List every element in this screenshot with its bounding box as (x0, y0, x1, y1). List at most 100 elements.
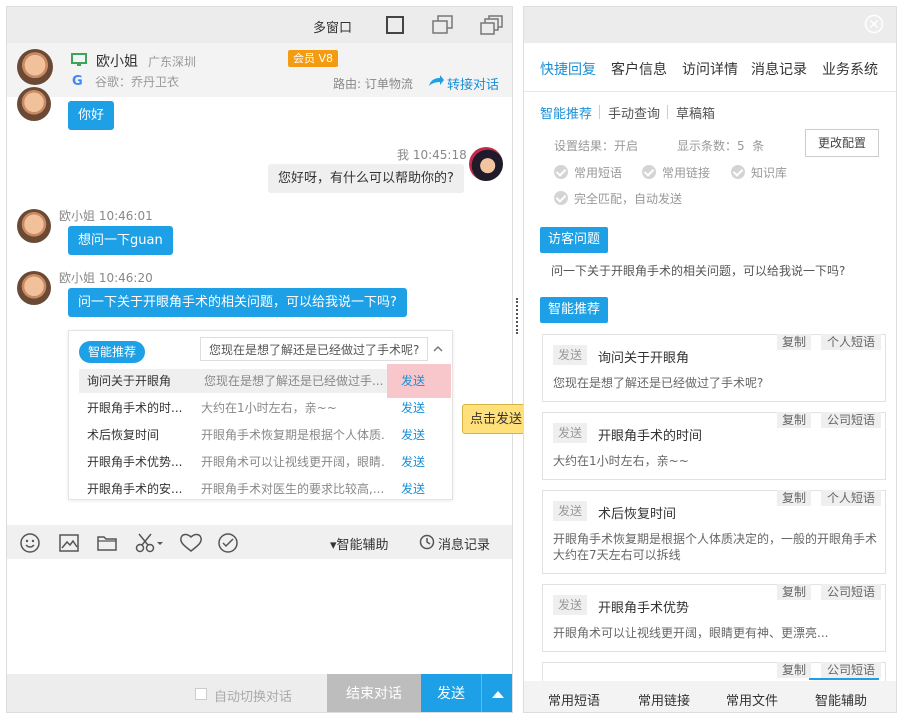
message-bubble: 问一下关于开眼角手术的相关问题，可以给我说一下吗? (68, 288, 407, 317)
chevron-up-icon[interactable] (432, 343, 444, 357)
cascade-windows-icon[interactable] (479, 15, 503, 35)
suggestion-send-button[interactable]: 发送 (401, 396, 425, 420)
card-send-button[interactable]: 发送 (553, 595, 588, 615)
footer-common-phrases[interactable]: 常用短语 (548, 690, 600, 709)
heart-icon[interactable] (179, 532, 202, 554)
suggestion-send-button[interactable]: 发送 (401, 450, 425, 474)
agent-avatar (469, 147, 503, 181)
check-icon (554, 165, 568, 179)
visitor-location: 广东深圳 (148, 55, 197, 69)
clock-icon (419, 534, 435, 553)
card-send-button[interactable]: 发送 (553, 345, 588, 365)
setting-result: 设置结果：开启 (554, 139, 639, 153)
check-common-phrases[interactable]: 常用短语 (554, 164, 622, 181)
card-copy-button[interactable]: 复制 (777, 662, 812, 678)
footer-common-links[interactable]: 常用链接 (638, 690, 690, 709)
route-label: 路由: 订单物流 (333, 77, 413, 91)
monitor-icon (71, 53, 87, 70)
check-common-links[interactable]: 常用链接 (642, 164, 710, 181)
tab-visit-details[interactable]: 访问详情 (682, 59, 738, 79)
suggestion-row[interactable]: 术后恢复时间 开眼角手术恢复期是根据个人体质... 发送 (79, 423, 449, 447)
change-config-button[interactable]: 更改配置 (805, 129, 879, 157)
smart-assist-menu[interactable]: ▾智能辅助 (330, 534, 389, 553)
click-to-send-tooltip: 点击发送 (462, 404, 530, 434)
suggestion-row[interactable]: 开眼角手术优势... 开眼角术可以让视线更开阔，眼睛... 发送 (79, 450, 449, 474)
suggestion-title: 术后恢复时间 (87, 428, 160, 442)
smart-suggestion-popup: 智能推荐 您现在是想了解还是已经做过了手术呢? 询问关于开眼角 您现在是想了解还… (68, 330, 453, 500)
send-options-button[interactable] (481, 674, 512, 712)
suggestion-title: 开眼角手术的时... (87, 401, 183, 415)
side-panel-footer: 常用短语 常用链接 常用文件 智能辅助 (524, 678, 896, 712)
suggestion-send-button[interactable]: 发送 (401, 369, 425, 393)
suggestion-row[interactable]: 询问关于开眼角 您现在是想了解还是已经做过手... 发送 (79, 364, 451, 398)
suggestion-content: 大约在1小时左右，亲~~ (201, 401, 337, 415)
subtab-separator (667, 105, 668, 119)
card-copy-button[interactable]: 复制 (777, 584, 812, 600)
message-meta: 我 10:45:18 (397, 148, 467, 162)
check-icon (731, 165, 745, 179)
restore-icon[interactable] (431, 15, 455, 35)
message-input[interactable] (7, 559, 512, 674)
footer-smart-assist[interactable]: 智能辅助 (815, 690, 867, 709)
card-copy-button[interactable]: 复制 (777, 490, 812, 506)
check-label: 常用链接 (662, 166, 711, 180)
panel-resize-handle[interactable] (516, 298, 518, 334)
suggestion-row[interactable]: 开眼角手术的安... 开眼角手术对医生的要求比较高,... 发送 (79, 477, 449, 501)
subtab-manual-search[interactable]: 手动查询 (608, 103, 660, 122)
card-type-tag: 公司短语 (821, 662, 882, 678)
suggestion-content: 您现在是想了解还是已经做过手... (204, 374, 384, 388)
card-copy-button[interactable]: 复制 (777, 412, 812, 428)
card-type-tag: 个人短语 (821, 334, 882, 350)
multi-window-label[interactable]: 多窗口 (313, 17, 352, 36)
subtab-drafts[interactable]: 草稿箱 (676, 103, 715, 122)
chat-footer: 自动切换对话 结束对话 发送 (7, 674, 512, 712)
transfer-chat-link[interactable]: 转接对话 (447, 74, 499, 93)
google-icon: G (71, 73, 85, 90)
scissors-icon[interactable] (134, 532, 166, 554)
card-body: 开眼角手术恢复期是根据个人体质决定的，一般的开眼角手术大约在7天左右可以拆线 (553, 532, 878, 562)
tab-quick-reply[interactable]: 快捷回复 (540, 59, 596, 79)
check-icon (554, 191, 568, 205)
footer-common-files[interactable]: 常用文件 (726, 690, 778, 709)
suggestion-content: 开眼角术可以让视线更开阔，眼睛... (201, 455, 386, 469)
transfer-arrow-icon[interactable] (427, 74, 445, 91)
card-title: 询问关于开眼角 (598, 351, 690, 366)
card-title: 开眼角手术优势 (598, 601, 690, 616)
reply-card: 发送 询问关于开眼角 复制 个人短语 您现在是想了解还是已经做过了手术呢? (542, 334, 886, 402)
input-toolbar: ▾智能辅助 消息记录 (7, 525, 512, 559)
subtab-smart-recommend[interactable]: 智能推荐 (540, 103, 592, 122)
suggestion-send-button[interactable]: 发送 (401, 423, 425, 447)
tab-customer-info[interactable]: 客户信息 (611, 59, 667, 79)
suggestion-send-button[interactable]: 发送 (401, 477, 425, 501)
send-button[interactable]: 发送 (421, 674, 481, 712)
message-history-link[interactable]: 消息记录 (438, 534, 490, 553)
suggestion-row[interactable]: 开眼角手术的时... 大约在1小时左右，亲~~ 发送 (79, 396, 449, 420)
visitor-question-label: 访客问题 (540, 227, 608, 253)
check-auto-send[interactable]: 完全匹配，自动发送 (554, 190, 682, 207)
tab-divider (524, 91, 896, 92)
check-icon (642, 165, 656, 179)
image-icon[interactable] (58, 532, 80, 554)
emoji-icon[interactable] (19, 532, 41, 554)
smart-recommend-badge: 智能推荐 (79, 341, 146, 363)
reply-card: 发送 开眼角手术的时间 复制 公司短语 大约在1小时左右，亲~~ (542, 412, 886, 480)
folder-icon[interactable] (96, 532, 118, 554)
card-send-button[interactable]: 发送 (553, 423, 588, 443)
check-knowledge-base[interactable]: 知识库 (731, 164, 787, 181)
evaluate-icon[interactable] (217, 532, 239, 554)
card-type-tag: 公司短语 (821, 412, 882, 428)
window-titlebar: 多窗口 (7, 7, 512, 43)
maximize-icon[interactable] (385, 15, 409, 35)
card-title: 开眼角手术的时间 (598, 429, 703, 444)
end-chat-button[interactable]: 结束对话 (327, 674, 421, 712)
close-icon[interactable] (864, 14, 884, 37)
visitor-avatar (17, 271, 51, 305)
tab-message-history[interactable]: 消息记录 (751, 59, 807, 79)
auto-switch-checkbox[interactable] (195, 688, 207, 700)
card-copy-button[interactable]: 复制 (777, 334, 812, 350)
svg-text:G: G (72, 74, 83, 87)
suggestion-content: 开眼角手术恢复期是根据个人体质... (201, 428, 386, 442)
card-send-button[interactable]: 发送 (553, 501, 588, 521)
visitor-avatar (17, 49, 53, 85)
tab-business-system[interactable]: 业务系统 (822, 59, 878, 79)
